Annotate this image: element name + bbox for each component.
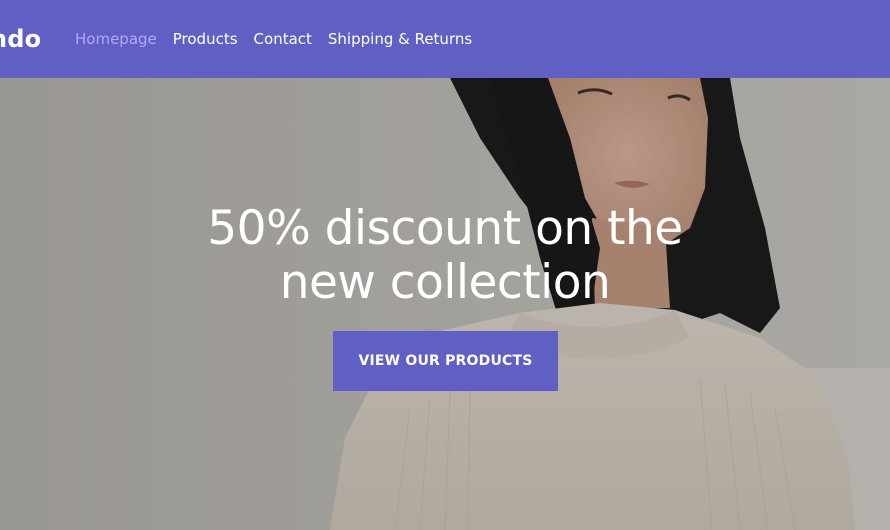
nav-link-products[interactable]: Products: [173, 28, 238, 50]
hero-title: 50% discount on the new collection: [145, 202, 745, 310]
site-header: ndo Homepage Products Contact Shipping &…: [0, 0, 890, 78]
hero-title-line-2: new collection: [279, 255, 611, 310]
view-products-button[interactable]: VIEW OUR PRODUCTS: [333, 331, 558, 391]
brand-logo[interactable]: ndo: [0, 24, 41, 54]
nav-link-homepage[interactable]: Homepage: [75, 28, 157, 50]
nav-link-contact[interactable]: Contact: [254, 28, 312, 50]
main-nav: Homepage Products Contact Shipping & Ret…: [75, 28, 472, 50]
page: ndo Homepage Products Contact Shipping &…: [0, 0, 890, 530]
nav-link-shipping-returns[interactable]: Shipping & Returns: [328, 28, 472, 50]
hero-title-line-1: 50% discount on the: [207, 201, 683, 256]
